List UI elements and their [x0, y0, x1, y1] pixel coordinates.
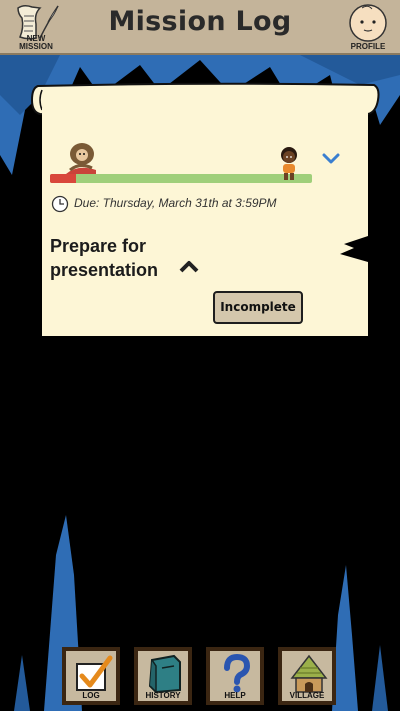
progress-fill — [50, 174, 77, 183]
profile-label: PROFILE — [350, 42, 386, 51]
due-date-text: Due: Thursday, March 31th at 3:59PM — [74, 196, 277, 210]
hut-icon — [290, 654, 328, 693]
question-mark-icon — [224, 654, 251, 693]
clock-icon — [51, 195, 69, 213]
checkmark-icon — [76, 655, 113, 691]
nav-help-label: HELP — [224, 691, 246, 700]
nav-history-button[interactable]: HISTORY — [134, 647, 192, 705]
book-icon — [148, 654, 181, 694]
nav-village-button[interactable]: VILLAGE — [278, 647, 336, 705]
mission-progress-bar — [50, 174, 312, 183]
torn-edge — [340, 236, 368, 262]
incomplete-button[interactable]: Incomplete — [213, 291, 303, 324]
nav-village-label: VILLAGE — [289, 691, 325, 700]
new-mission-label: NEW MISSION — [19, 34, 53, 51]
mission-card: Due: Thursday, March 31th at 3:59PM Prep… — [42, 108, 368, 336]
chevron-up-icon[interactable] — [179, 260, 199, 274]
nav-history-label: HISTORY — [145, 691, 181, 700]
app-header: NEW MISSION Mission Log PROFILE — [0, 0, 400, 55]
nav-help-button[interactable]: HELP — [206, 647, 264, 705]
nav-log-button[interactable]: LOG — [62, 647, 120, 705]
page-title: Mission Log — [108, 6, 292, 37]
chevron-down-icon[interactable] — [322, 152, 340, 166]
child-avatar-icon — [281, 147, 297, 180]
mission-title: Prepare for presentation — [50, 236, 159, 280]
face-icon — [349, 4, 387, 42]
nav-log-label: LOG — [82, 691, 100, 700]
profile-button[interactable]: PROFILE — [342, 2, 394, 52]
